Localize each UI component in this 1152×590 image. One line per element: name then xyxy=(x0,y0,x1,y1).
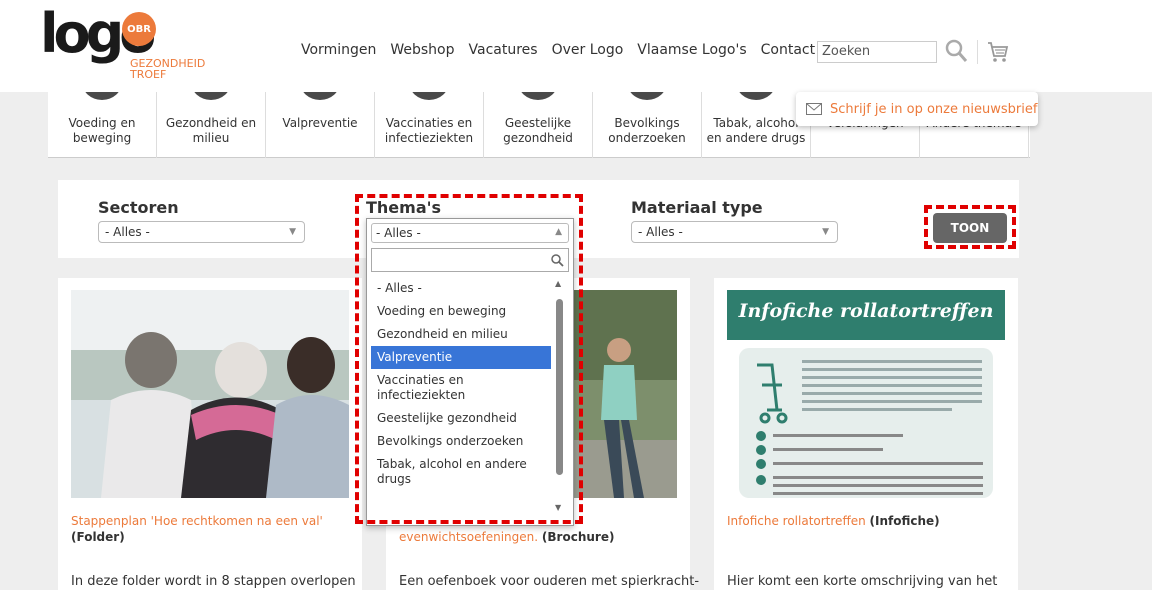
sectoren-select[interactable]: - Alles - ▼ xyxy=(98,221,305,243)
nav-vormingen[interactable]: Vormingen xyxy=(301,42,376,58)
newsletter-button[interactable]: Schrijf je in op onze nieuwsbrief xyxy=(796,92,1038,126)
cart-icon[interactable] xyxy=(986,40,1010,64)
nav-vlaamse-logos[interactable]: Vlaamse Logo's xyxy=(637,42,746,58)
theme-item[interactable]: Bevolkings onderzoeken xyxy=(593,92,702,158)
theme-label: milieu xyxy=(192,131,230,145)
card-desc: Een oefenboek voor ouderen met spierkrac… xyxy=(399,574,700,589)
card-image: Infofiche rollatortreffen xyxy=(727,290,1005,498)
newsletter-label: Schrijf je in op onze nieuwsbrief xyxy=(830,101,1038,117)
theme-label: onderzoeken xyxy=(608,131,686,145)
theme-label: infectieziekten xyxy=(384,131,474,145)
theme-item[interactable]: Voeding en beweging xyxy=(48,92,157,158)
card-title[interactable]: Infofiche rollatortreffen (Infofiche) xyxy=(727,513,940,529)
site-header: logo OBR GEZONDHEID TROEF Vormingen Webs… xyxy=(0,0,1152,92)
theme-item[interactable]: Vaccinaties en infectieziekten xyxy=(375,92,484,158)
theme-label: gezondheid xyxy=(503,131,573,145)
theme-icon xyxy=(736,92,776,100)
theme-item[interactable]: Gezondheid en milieu xyxy=(157,92,266,158)
divider xyxy=(977,40,978,64)
theme-icon xyxy=(191,92,231,100)
theme-label: Voeding en xyxy=(68,116,136,130)
theme-label: beweging xyxy=(72,131,132,145)
logo[interactable]: logo OBR GEZONDHEID TROEF xyxy=(40,2,205,86)
theme-icon xyxy=(518,92,558,100)
card-title[interactable]: evenwichtsoefeningen. (Brochure) xyxy=(399,529,614,545)
card-image xyxy=(71,290,349,498)
card-3[interactable]: Infofiche rollatortreffen Infofiche roll… xyxy=(714,278,1018,590)
search-input[interactable]: Zoeken xyxy=(817,41,937,63)
highlight-box-themas xyxy=(355,194,583,524)
theme-item[interactable]: Tabak, alcohol en andere drugs xyxy=(702,92,811,158)
theme-icon xyxy=(300,92,340,100)
theme-icon xyxy=(409,92,449,100)
theme-label: Gezondheid en xyxy=(165,116,257,130)
theme-label: Tabak, alcohol xyxy=(713,116,799,130)
filter-label-materiaal: Materiaal type xyxy=(631,198,763,217)
nav-contact[interactable]: Contact xyxy=(761,42,815,58)
nav-webshop[interactable]: Webshop xyxy=(390,42,454,58)
materiaal-select[interactable]: - Alles - ▼ xyxy=(631,221,838,243)
highlight-box-toon xyxy=(924,205,1016,249)
theme-item[interactable]: Valpreventie xyxy=(266,92,375,158)
theme-label: en andere drugs xyxy=(706,131,806,145)
theme-label: Geestelijke xyxy=(504,116,572,130)
filter-label-sectoren: Sectoren xyxy=(98,198,179,217)
theme-label: Valpreventie xyxy=(282,116,358,130)
card-desc: In deze folder wordt in 8 stappen overlo… xyxy=(71,574,356,589)
theme-icon xyxy=(82,92,122,100)
logo-subtitle: GEZONDHEID TROEF xyxy=(130,57,206,81)
nav-over-logo[interactable]: Over Logo xyxy=(552,42,624,58)
theme-label: Bevolkings xyxy=(614,116,680,130)
nav-vacatures[interactable]: Vacatures xyxy=(469,42,538,58)
search-icon[interactable] xyxy=(944,38,968,64)
main-nav: Vormingen Webshop Vacatures Over Logo Vl… xyxy=(301,42,815,58)
theme-label: Vaccinaties en xyxy=(385,116,473,130)
card-title[interactable]: Stappenplan 'Hoe rechtkomen na een val' … xyxy=(71,513,323,545)
card-1[interactable]: Stappenplan 'Hoe rechtkomen na een val' … xyxy=(58,278,362,590)
chevron-down-icon: ▼ xyxy=(289,227,296,237)
chevron-down-icon: ▼ xyxy=(822,227,829,237)
theme-item[interactable]: Geestelijke gezondheid xyxy=(484,92,593,158)
card-desc: Hier komt een korte omschrijving van het xyxy=(727,574,998,589)
theme-icon xyxy=(627,92,667,100)
obr-badge: OBR xyxy=(122,12,156,46)
envelope-icon xyxy=(806,103,822,115)
